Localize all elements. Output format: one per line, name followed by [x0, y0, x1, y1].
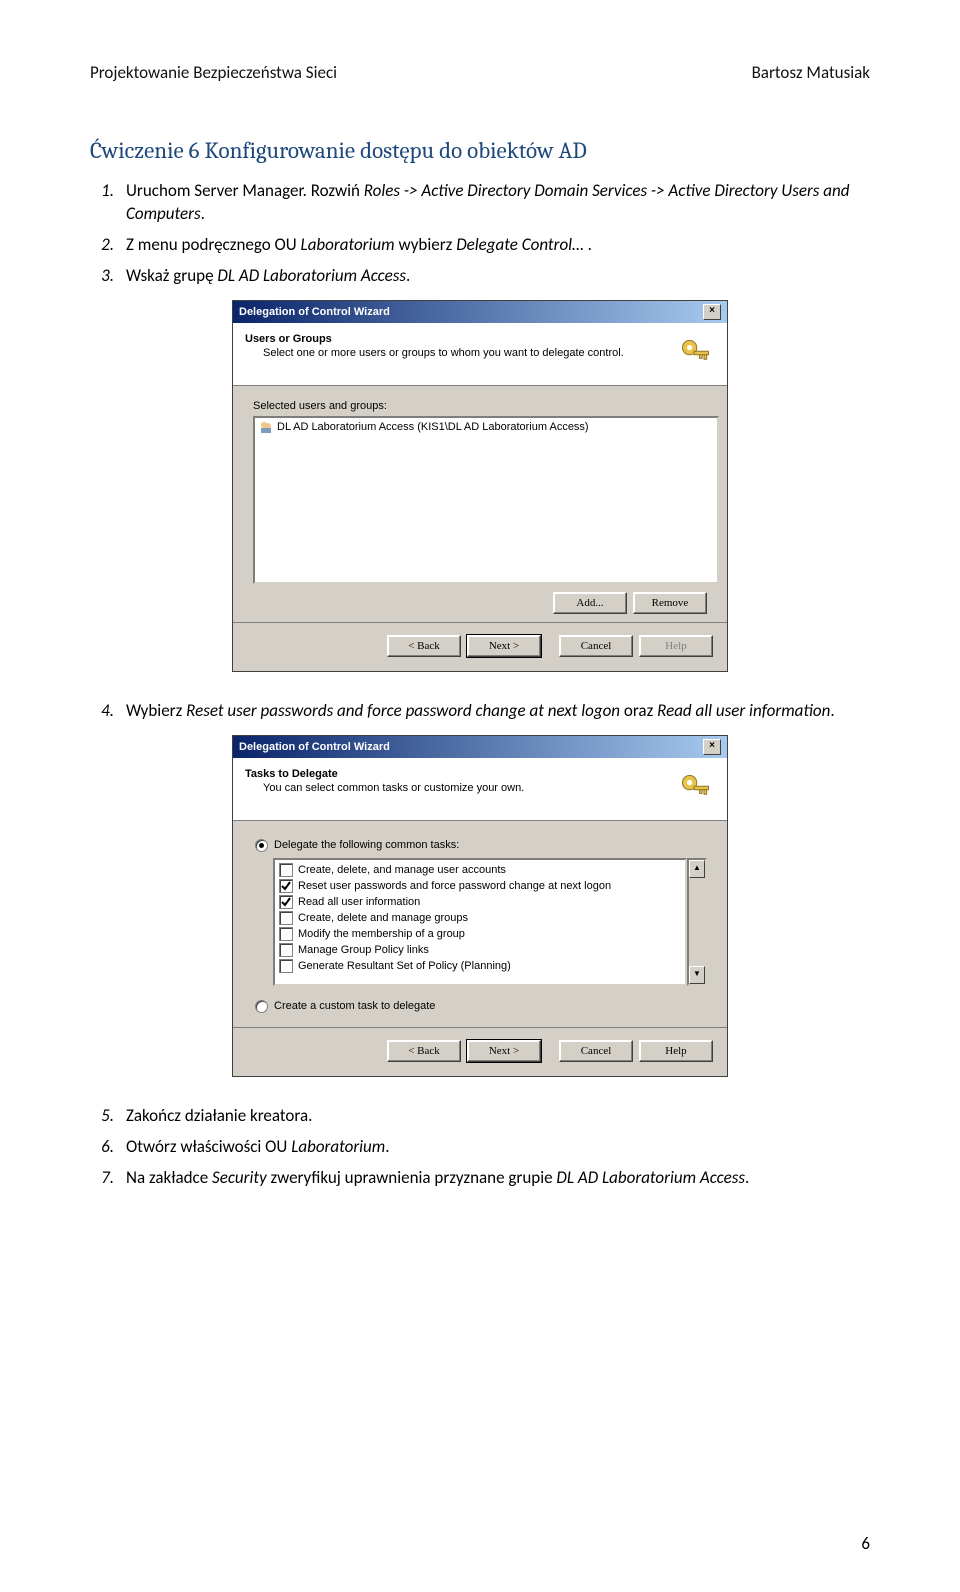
radio-common-tasks[interactable]: Delegate the following common tasks: — [255, 839, 707, 852]
page-header: Projektowanie Bezpieczeństwa Sieci Barto… — [90, 62, 870, 83]
wizard-header: Users or Groups Select one or more users… — [233, 323, 727, 386]
wizard-step-title: Users or Groups — [245, 333, 624, 345]
page-number: 6 — [861, 1533, 870, 1554]
task-label: Generate Resultant Set of Policy (Planni… — [298, 960, 511, 972]
step-4: 4. Wybierz Reset user passwords and forc… — [90, 700, 870, 723]
step-6: 6. Otwórz właściwości OU Laboratorium. — [90, 1136, 870, 1159]
task-label: Create, delete and manage groups — [298, 912, 468, 924]
wizard-step-title: Tasks to Delegate — [245, 768, 524, 780]
header-right: Bartosz Matusiak — [752, 62, 870, 83]
group-icon — [259, 420, 273, 434]
task-label: Modify the membership of a group — [298, 928, 465, 940]
keys-icon — [675, 333, 715, 373]
selected-users-listbox[interactable]: DL AD Laboratorium Access (KIS1\DL AD La… — [253, 416, 719, 584]
task-item[interactable]: Create, delete and manage groups — [277, 910, 683, 926]
step-number: 7. — [90, 1167, 126, 1190]
wizard-step-subtitle: Select one or more users or groups to wh… — [263, 347, 624, 359]
checkbox-icon[interactable] — [279, 927, 293, 941]
header-left: Projektowanie Bezpieczeństwa Sieci — [90, 62, 337, 83]
back-button[interactable]: < Back — [387, 1040, 461, 1062]
task-item[interactable]: Generate Resultant Set of Policy (Planni… — [277, 958, 683, 974]
checkbox-icon[interactable] — [279, 863, 293, 877]
close-icon[interactable]: × — [703, 739, 721, 755]
task-label: Reset user passwords and force password … — [298, 880, 611, 892]
window-title: Delegation of Control Wizard — [239, 306, 390, 318]
step-3: 3. Wskaż grupę DL AD Laboratorium Access… — [90, 265, 870, 288]
step-7: 7. Na zakładce Security zweryfikuj upraw… — [90, 1167, 870, 1190]
checkbox-icon[interactable] — [279, 959, 293, 973]
list-item-label: DL AD Laboratorium Access (KIS1\DL AD La… — [277, 421, 589, 433]
step-number: 6. — [90, 1136, 126, 1159]
task-item[interactable]: Create, delete, and manage user accounts — [277, 862, 683, 878]
back-button[interactable]: < Back — [387, 635, 461, 657]
help-button[interactable]: Help — [639, 1040, 713, 1062]
window-title: Delegation of Control Wizard — [239, 741, 390, 753]
step-number: 5. — [90, 1105, 126, 1128]
scroll-up-icon[interactable]: ▲ — [689, 860, 705, 878]
task-label: Read all user information — [298, 896, 420, 908]
cancel-button[interactable]: Cancel — [559, 1040, 633, 1062]
task-item[interactable]: Reset user passwords and force password … — [277, 878, 683, 894]
step-number: 3. — [90, 265, 126, 288]
checkbox-icon[interactable] — [279, 895, 293, 909]
step-2: 2. Z menu podręcznego OU Laboratorium wy… — [90, 234, 870, 257]
next-button[interactable]: Next > — [467, 1040, 541, 1062]
delegation-wizard-users: Delegation of Control Wizard × Users or … — [232, 300, 728, 672]
radio-icon — [255, 1000, 268, 1013]
help-button[interactable]: Help — [639, 635, 713, 657]
add-button[interactable]: Add... — [553, 592, 627, 614]
radio-icon — [255, 839, 268, 852]
radio-label: Create a custom task to delegate — [274, 1000, 435, 1012]
task-item[interactable]: Manage Group Policy links — [277, 942, 683, 958]
checkbox-icon[interactable] — [279, 879, 293, 893]
window-titlebar: Delegation of Control Wizard × — [233, 736, 727, 758]
radio-label: Delegate the following common tasks: — [274, 839, 459, 851]
task-label: Manage Group Policy links — [298, 944, 429, 956]
next-button[interactable]: Next > — [467, 635, 541, 657]
step-number: 1. — [90, 180, 126, 226]
delegation-wizard-tasks: Delegation of Control Wizard × Tasks to … — [232, 735, 728, 1077]
cancel-button[interactable]: Cancel — [559, 635, 633, 657]
checkbox-icon[interactable] — [279, 911, 293, 925]
tasks-listbox[interactable]: Create, delete, and manage user accounts… — [273, 858, 687, 986]
wizard-header: Tasks to Delegate You can select common … — [233, 758, 727, 821]
radio-custom-task[interactable]: Create a custom task to delegate — [255, 1000, 707, 1013]
keys-icon — [675, 768, 715, 808]
remove-button[interactable]: Remove — [633, 592, 707, 614]
step-5: 5. Zakończ działanie kreatora. — [90, 1105, 870, 1128]
step-number: 4. — [90, 700, 126, 723]
scroll-down-icon[interactable]: ▼ — [689, 966, 705, 984]
scrollbar[interactable]: ▲ ▼ — [687, 858, 707, 986]
step-1: 1. Uruchom Server Manager. Rozwiń Roles … — [90, 180, 870, 226]
selected-users-label: Selected users and groups: — [253, 400, 707, 412]
close-icon[interactable]: × — [703, 304, 721, 320]
window-titlebar: Delegation of Control Wizard × — [233, 301, 727, 323]
checkbox-icon[interactable] — [279, 943, 293, 957]
step-number: 2. — [90, 234, 126, 257]
list-item[interactable]: DL AD Laboratorium Access (KIS1\DL AD La… — [259, 420, 713, 434]
task-label: Create, delete, and manage user accounts — [298, 864, 506, 876]
exercise-heading: Ćwiczenie 6 Konfigurowanie dostępu do ob… — [90, 137, 870, 164]
task-item[interactable]: Modify the membership of a group — [277, 926, 683, 942]
task-item[interactable]: Read all user information — [277, 894, 683, 910]
wizard-step-subtitle: You can select common tasks or customize… — [263, 782, 524, 794]
